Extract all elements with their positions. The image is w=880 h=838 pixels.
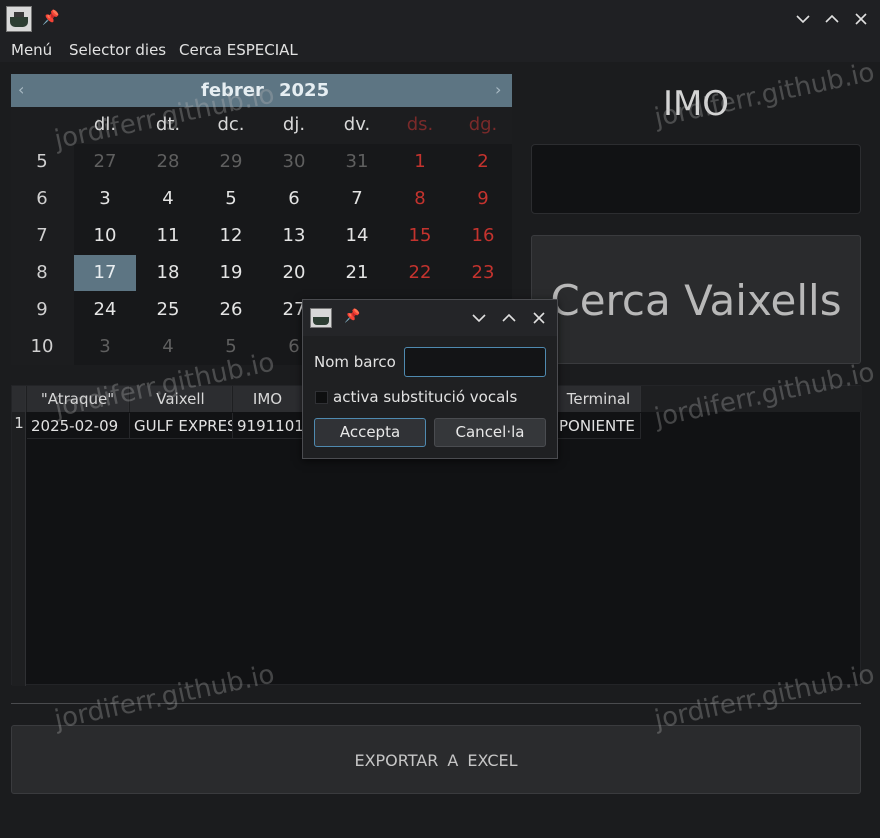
calendar-day[interactable]: 6 bbox=[263, 181, 325, 217]
weekday-header: dt. bbox=[155, 114, 181, 135]
cell-atraque[interactable]: 2025-02-09 bbox=[27, 413, 130, 439]
calendar-day[interactable]: 4 bbox=[137, 181, 199, 217]
calendar-day[interactable]: 3 bbox=[74, 329, 136, 365]
next-month-icon[interactable]: › bbox=[495, 80, 501, 99]
calendar-day[interactable]: 9 bbox=[452, 181, 514, 217]
calendar-day[interactable]: 30 bbox=[263, 144, 325, 180]
week-number: 10 bbox=[30, 336, 54, 357]
calendar-day[interactable]: 11 bbox=[137, 218, 199, 254]
separator bbox=[11, 703, 861, 704]
weekday-header: dg. bbox=[468, 114, 498, 135]
dialog-title-bar: 📌 bbox=[303, 300, 557, 336]
minimize-icon[interactable] bbox=[469, 308, 489, 328]
calendar-day[interactable]: 31 bbox=[326, 144, 388, 180]
menu-selector-dies[interactable]: Selector dies bbox=[69, 41, 166, 59]
minimize-icon[interactable] bbox=[793, 9, 813, 29]
calendar-day[interactable]: 10 bbox=[74, 218, 136, 254]
week-number: 9 bbox=[36, 299, 48, 320]
calendar-day[interactable]: 2 bbox=[452, 144, 514, 180]
week-number: 6 bbox=[36, 188, 48, 209]
cell-imo[interactable]: 9191101 bbox=[233, 413, 305, 439]
nom-barco-input[interactable] bbox=[404, 347, 546, 377]
search-dialog: 📌 Nom barco activa substitució vocals Ac… bbox=[302, 299, 558, 459]
maximize-icon[interactable] bbox=[499, 308, 519, 328]
calendar-day[interactable]: 27 bbox=[74, 144, 136, 180]
vowel-substitution-label[interactable]: activa substitució vocals bbox=[333, 388, 517, 406]
export-excel-button[interactable]: EXPORTAR A EXCEL bbox=[11, 725, 861, 794]
calendar-day[interactable]: 17 bbox=[74, 255, 136, 291]
calendar-day[interactable]: 24 bbox=[74, 292, 136, 328]
menu-menu[interactable]: Menú bbox=[11, 41, 52, 59]
imo-label: IMO bbox=[662, 84, 730, 124]
cell-vaixell[interactable]: GULF EXPRESS bbox=[130, 413, 233, 439]
title-bar: 📌 bbox=[0, 0, 880, 38]
column-header-terminal[interactable]: Terminal bbox=[557, 386, 641, 412]
close-icon[interactable] bbox=[851, 9, 871, 29]
calendar-day[interactable]: 26 bbox=[200, 292, 262, 328]
calendar-day[interactable]: 23 bbox=[452, 255, 514, 291]
calendar-month[interactable]: febrer bbox=[201, 80, 264, 101]
week-number: 8 bbox=[36, 262, 48, 283]
menu-cerca-especial[interactable]: Cerca ESPECIAL bbox=[179, 41, 298, 59]
column-header-atraque[interactable]: "Atraque" bbox=[27, 386, 129, 412]
calendar-day[interactable]: 16 bbox=[452, 218, 514, 254]
weekday-header: dl. bbox=[93, 114, 117, 135]
calendar-day[interactable]: 18 bbox=[137, 255, 199, 291]
table-corner[interactable] bbox=[12, 386, 26, 412]
column-header-imo[interactable]: IMO bbox=[233, 386, 303, 412]
calendar-day[interactable]: 20 bbox=[263, 255, 325, 291]
calendar-day[interactable]: 14 bbox=[326, 218, 388, 254]
row-number[interactable]: 1 bbox=[12, 414, 26, 432]
weekday-header: dj. bbox=[282, 114, 306, 135]
app-icon bbox=[6, 6, 32, 32]
imo-input[interactable] bbox=[531, 144, 861, 214]
column-header-vaixell[interactable]: Vaixell bbox=[130, 386, 232, 412]
vowel-substitution-checkbox[interactable] bbox=[315, 391, 328, 404]
calendar-day[interactable]: 19 bbox=[200, 255, 262, 291]
calendar-day[interactable]: 4 bbox=[137, 329, 199, 365]
menu-bar: Menú Selector dies Cerca ESPECIAL bbox=[0, 38, 880, 62]
nom-barco-label: Nom barco bbox=[314, 353, 396, 371]
calendar-day[interactable]: 13 bbox=[263, 218, 325, 254]
cell-terminal[interactable]: PONIENTE bbox=[557, 413, 641, 439]
calendar-day[interactable]: 21 bbox=[326, 255, 388, 291]
week-number: 7 bbox=[36, 225, 48, 246]
cerca-vaixells-button[interactable]: Cerca Vaixells bbox=[531, 235, 861, 364]
calendar-day[interactable]: 28 bbox=[137, 144, 199, 180]
calendar-nav: ‹ febrer 2025 › bbox=[11, 74, 512, 107]
calendar-day[interactable]: 1 bbox=[389, 144, 451, 180]
calendar-day[interactable]: 15 bbox=[389, 218, 451, 254]
pin-icon[interactable]: 📌 bbox=[42, 10, 59, 26]
calendar-day[interactable]: 3 bbox=[74, 181, 136, 217]
calendar-day[interactable]: 5 bbox=[200, 329, 262, 365]
week-number: 5 bbox=[36, 151, 48, 172]
calendar-day[interactable]: 12 bbox=[200, 218, 262, 254]
close-icon[interactable] bbox=[529, 308, 549, 328]
weekday-header: ds. bbox=[406, 114, 434, 135]
weekday-header: dc. bbox=[217, 114, 245, 135]
calendar-day[interactable]: 7 bbox=[326, 181, 388, 217]
accept-button[interactable]: Accepta bbox=[314, 418, 426, 447]
maximize-icon[interactable] bbox=[822, 9, 842, 29]
cancel-button[interactable]: Cancel·la bbox=[434, 418, 546, 447]
weekday-header: dv. bbox=[343, 114, 371, 135]
calendar-day[interactable]: 5 bbox=[200, 181, 262, 217]
pin-icon[interactable]: 📌 bbox=[344, 309, 360, 324]
row-header-column bbox=[12, 412, 26, 686]
calendar-day[interactable]: 29 bbox=[200, 144, 262, 180]
prev-month-icon[interactable]: ‹ bbox=[18, 80, 24, 99]
calendar-day[interactable]: 8 bbox=[389, 181, 451, 217]
calendar-day[interactable]: 25 bbox=[137, 292, 199, 328]
calendar-year[interactable]: 2025 bbox=[279, 80, 329, 101]
calendar-day[interactable]: 22 bbox=[389, 255, 451, 291]
app-icon bbox=[310, 308, 332, 328]
